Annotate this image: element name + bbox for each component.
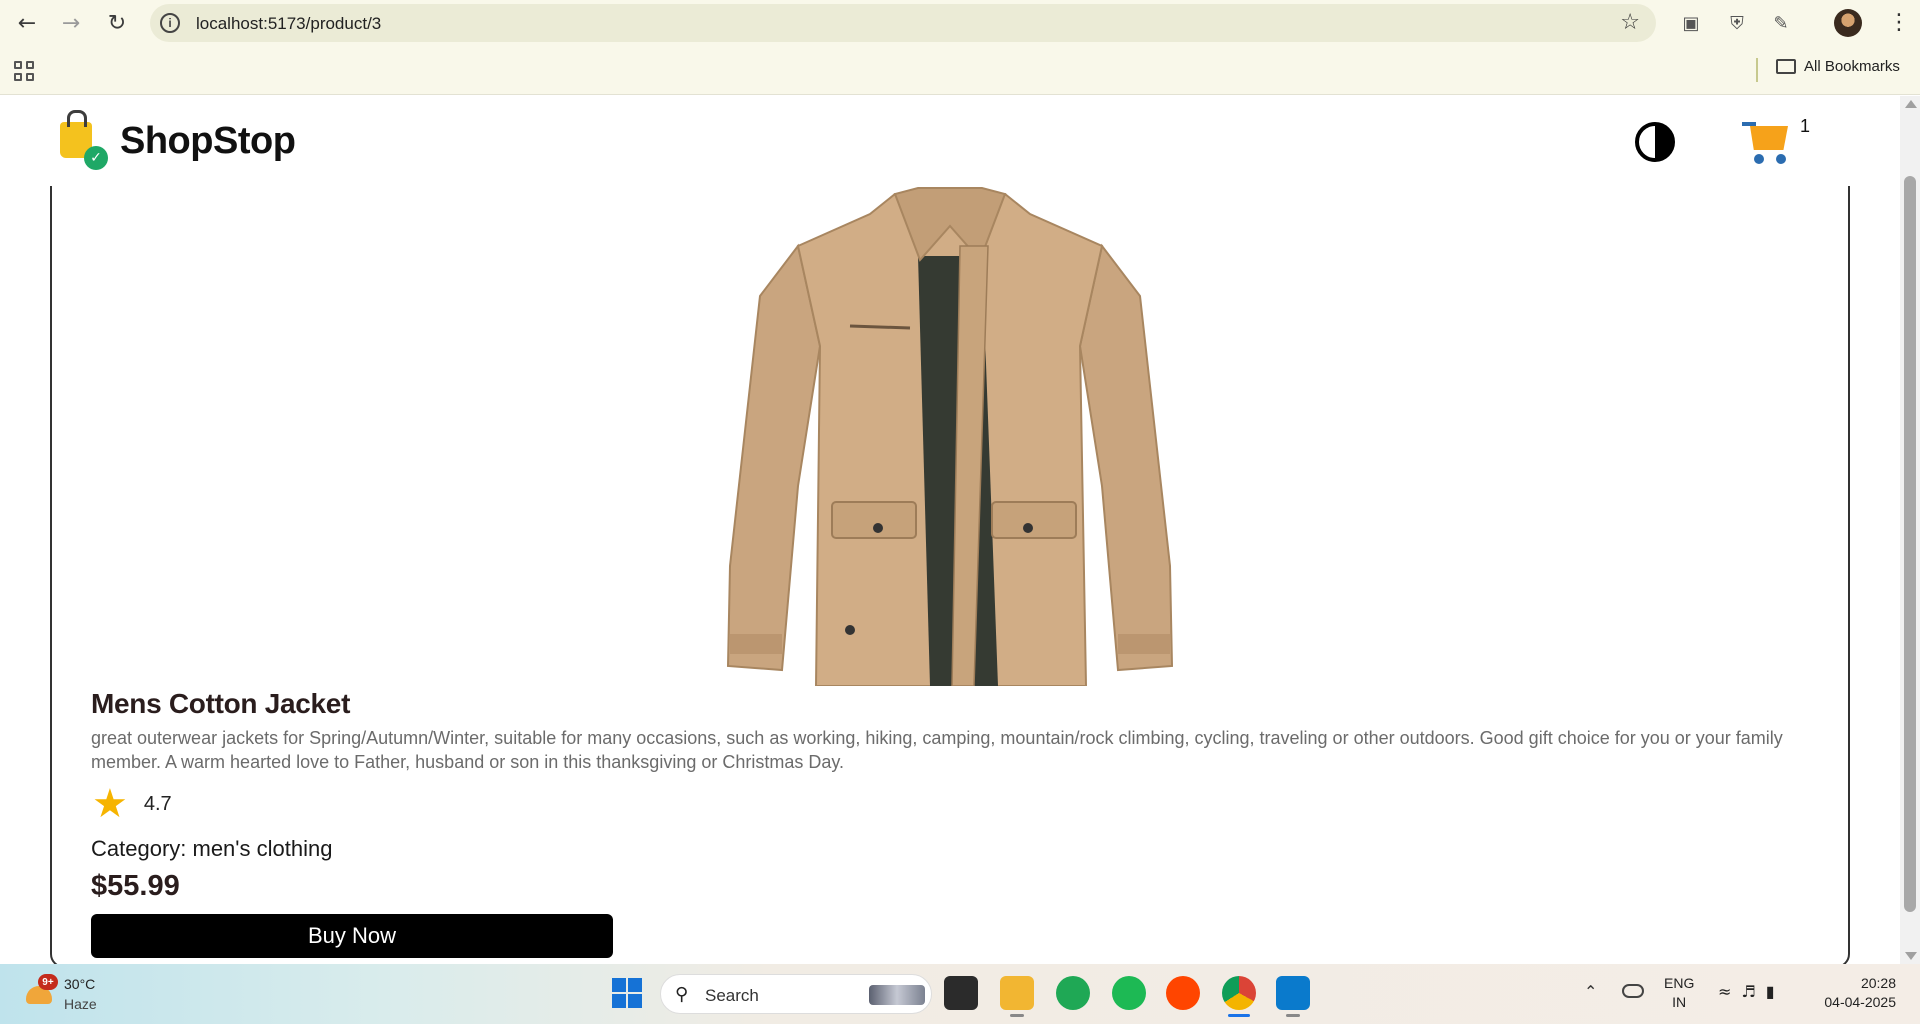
search-icon: ⚲ <box>675 984 689 1005</box>
chrome-active-indicator <box>1228 1014 1250 1017</box>
apps-grid-icon[interactable] <box>14 61 34 81</box>
puzzle-extensions-icon[interactable]: ✎ <box>1768 10 1794 36</box>
product-title: Mens Cotton Jacket <box>91 688 351 719</box>
scrollbar-thumb[interactable] <box>1904 176 1916 912</box>
vscode-icon[interactable] <box>1276 976 1310 1010</box>
site-info-icon[interactable]: i <box>160 13 180 33</box>
whatsapp-icon[interactable] <box>1056 976 1090 1010</box>
clock-time: 20:28 <box>1860 975 1896 991</box>
system-clock[interactable]: 20:28 04-04-2025 <box>1812 974 1896 1012</box>
all-bookmarks-button[interactable]: All Bookmarks <box>1776 58 1900 75</box>
check-badge-icon: ✓ <box>84 146 108 170</box>
clock-date: 04-04-2025 <box>1824 994 1896 1010</box>
product-price: $55.99 <box>91 870 180 902</box>
extension-icon[interactable]: ▣ <box>1678 10 1704 36</box>
all-bookmarks-label: All Bookmarks <box>1804 58 1900 75</box>
app-header: ✓ ShopStop 1 <box>0 96 1900 186</box>
language-region: IN <box>1672 994 1687 1010</box>
language-code: ENG <box>1664 975 1695 991</box>
page-scrollbar[interactable] <box>1900 96 1920 964</box>
notification-badge: 9+ <box>38 974 58 990</box>
shield-extension-icon[interactable]: ⛨ <box>1724 10 1750 36</box>
tan-jacket-image <box>726 187 1174 686</box>
product-description: great outerwear jackets for Spring/Autum… <box>91 728 1783 772</box>
language-indicator[interactable]: ENG IN <box>1664 974 1694 1012</box>
browser-toolbar: ← → ↻ i localhost:5173/product/3 ☆ ▣ ⛨ ✎… <box>0 0 1920 46</box>
scroll-up-icon[interactable] <box>1905 100 1917 108</box>
theme-toggle-icon[interactable] <box>1635 122 1675 162</box>
spotify-icon[interactable] <box>1112 976 1146 1010</box>
tray-overflow-chevron-icon[interactable]: ⌃ <box>1584 982 1597 1001</box>
product-rating: ★ 4.7 <box>92 784 172 824</box>
address-bar[interactable]: i localhost:5173/product/3 ☆ <box>150 4 1656 42</box>
reddit-icon[interactable] <box>1166 976 1200 1010</box>
bookmarks-divider <box>1756 58 1758 82</box>
task-view-icon[interactable] <box>944 976 978 1010</box>
back-icon[interactable]: ← <box>12 8 42 38</box>
taskbar-search-label: Search <box>705 986 759 1005</box>
cart-count-badge: 1 <box>1800 116 1811 136</box>
weather-widget[interactable]: 9+ 30°C Haze <box>24 972 114 1016</box>
product-category: Category: men's clothing <box>91 836 333 861</box>
buy-now-button[interactable]: Buy Now <box>91 914 613 958</box>
windows-taskbar: 9+ 30°C Haze ⚲ Search ⌃ ENG IN ≈♬▮ 20:28… <box>0 964 1920 1024</box>
vscode-indicator <box>1286 1014 1300 1017</box>
chrome-icon[interactable] <box>1222 976 1256 1010</box>
file-explorer-indicator <box>1010 1014 1024 1017</box>
file-explorer-icon[interactable] <box>1000 976 1034 1010</box>
profile-avatar[interactable] <box>1834 9 1862 37</box>
cart-icon[interactable] <box>1742 120 1792 166</box>
star-icon: ★ <box>92 781 128 827</box>
bookmark-star-icon[interactable]: ☆ <box>1620 10 1640 35</box>
url-text[interactable]: localhost:5173/product/3 <box>196 14 381 34</box>
brand-name[interactable]: ShopStop <box>120 120 296 163</box>
weather-temperature: 30°C <box>64 976 96 992</box>
scroll-down-icon[interactable] <box>1905 952 1917 960</box>
taskbar-search[interactable]: ⚲ Search <box>660 974 932 1014</box>
browser-menu-icon[interactable]: ⋮ <box>1888 10 1910 35</box>
network-volume-battery-icons[interactable]: ≈♬▮ <box>1718 982 1785 1001</box>
weather-condition: Haze <box>64 996 97 1012</box>
bookmarks-bar <box>0 46 1920 95</box>
search-highlight-image <box>869 985 925 1005</box>
folder-icon <box>1776 59 1796 74</box>
rating-value: 4.7 <box>143 792 172 815</box>
forward-icon[interactable]: → <box>56 8 86 38</box>
reload-icon[interactable]: ↻ <box>102 8 132 38</box>
onedrive-cloud-icon[interactable] <box>1622 984 1644 998</box>
windows-start-icon[interactable] <box>612 978 642 1008</box>
